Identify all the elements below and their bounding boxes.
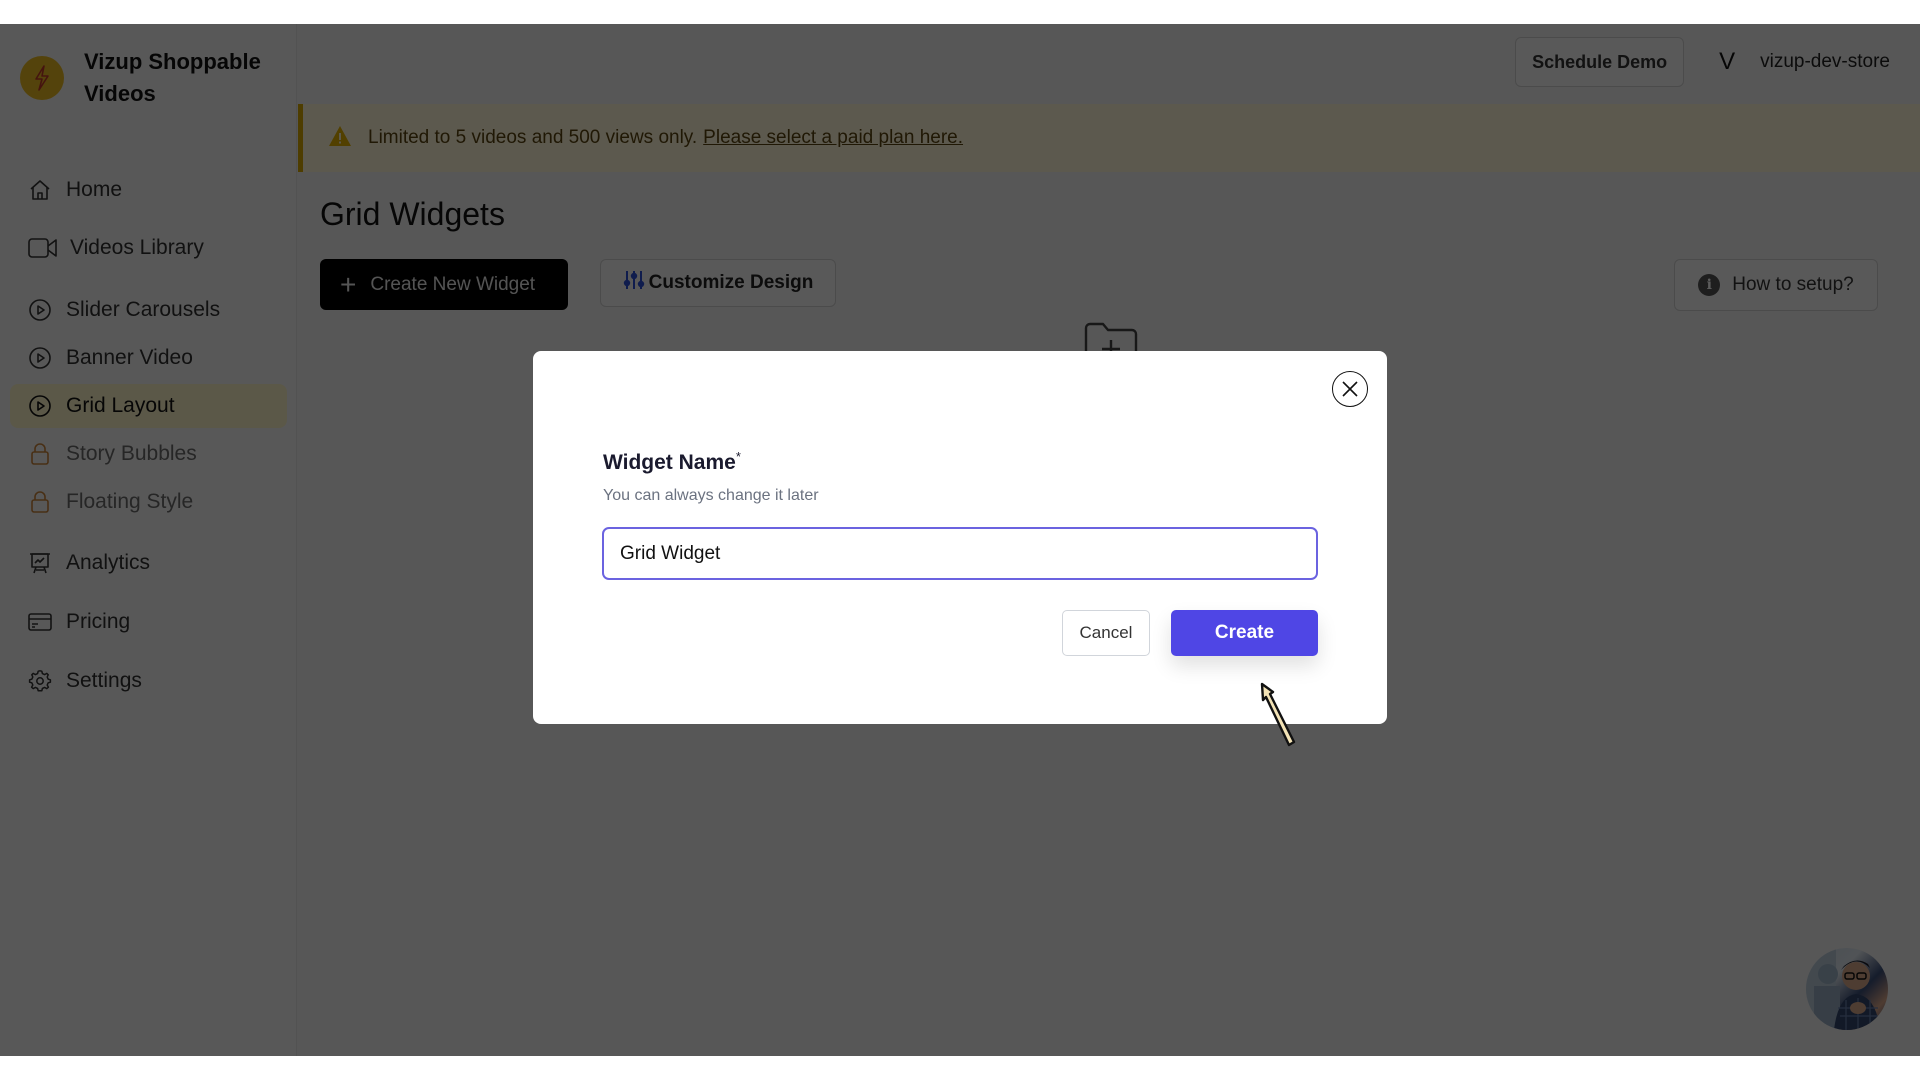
close-icon [1342, 381, 1358, 397]
cancel-button[interactable]: Cancel [1062, 610, 1150, 656]
mouse-cursor-icon [1258, 682, 1300, 753]
widget-name-input[interactable] [602, 527, 1318, 580]
widget-name-label-text: Widget Name [603, 451, 736, 474]
app-window: Vizup Shoppable Videos Home Videos Libra… [0, 24, 1920, 1056]
required-mark: * [735, 449, 741, 464]
create-button[interactable]: Create [1171, 610, 1318, 656]
create-widget-modal: Widget Name* You can always change it la… [533, 351, 1387, 724]
close-modal-button[interactable] [1332, 371, 1368, 407]
widget-name-hint: You can always change it later [603, 487, 819, 504]
widget-name-label: Widget Name* [603, 449, 741, 475]
